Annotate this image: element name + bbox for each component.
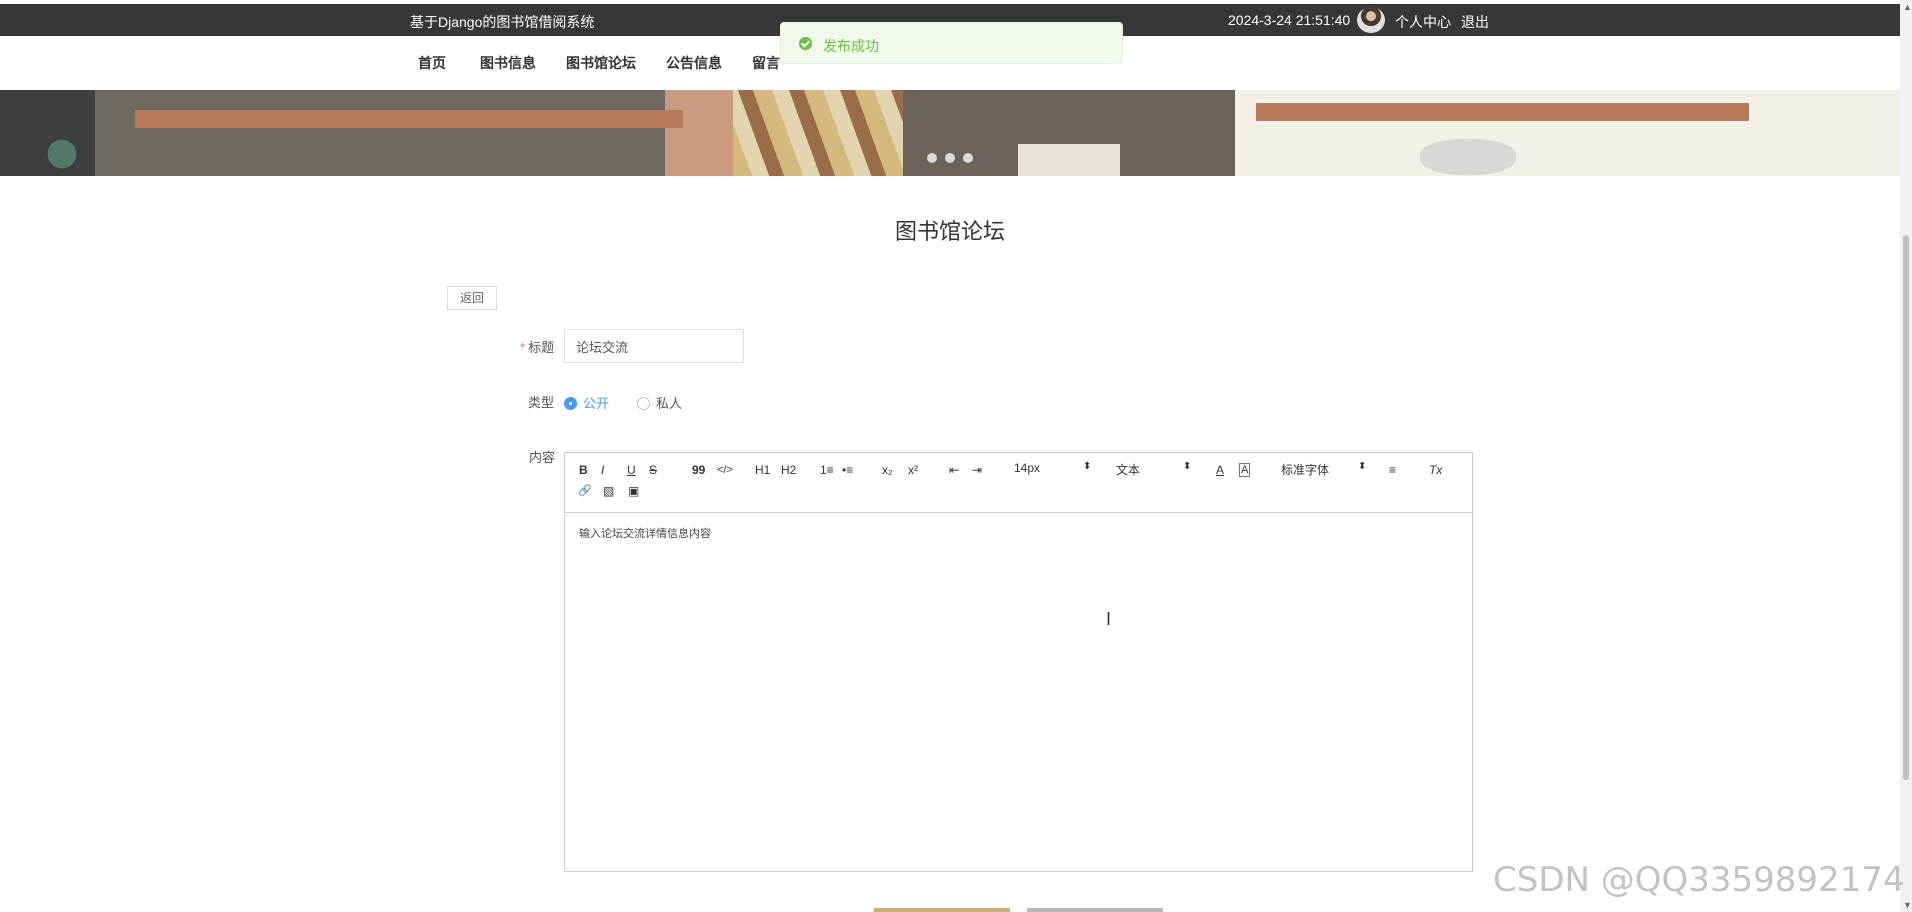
- title-input[interactable]: [564, 329, 744, 363]
- carousel-dot[interactable]: [945, 153, 955, 163]
- site-title: 基于Django的图书馆借阅系统: [410, 14, 595, 30]
- align-icon[interactable]: ≡: [1389, 463, 1396, 477]
- carousel-indicators: [927, 150, 981, 168]
- required-star: *: [520, 340, 526, 355]
- page-title: 图书馆论坛: [894, 219, 1005, 244]
- blockquote-icon[interactable]: 99: [692, 463, 705, 477]
- current-datetime: 2024-3-24 21:51:40: [1228, 12, 1351, 28]
- bullet-list-icon[interactable]: •≡: [842, 463, 853, 477]
- text-style-select[interactable]: 文本 ⬍: [1116, 461, 1191, 478]
- shelf-decoration: [135, 110, 683, 128]
- link-icon[interactable]: 🔗: [578, 484, 592, 497]
- toast-message: 发布成功: [823, 38, 879, 54]
- title-label: * 标题: [520, 340, 555, 355]
- scroll-down-icon[interactable]: ▼: [1903, 900, 1912, 910]
- image-icon[interactable]: ▧: [603, 484, 614, 498]
- italic-icon[interactable]: I: [601, 463, 604, 477]
- nav-messages[interactable]: 留言: [752, 53, 780, 73]
- ordered-list-icon[interactable]: 1≡: [820, 463, 834, 477]
- scroll-up-icon[interactable]: ▲: [1903, 2, 1912, 12]
- nav-library-forum[interactable]: 图书馆论坛: [566, 53, 636, 73]
- scrollbar-thumb[interactable]: [1903, 235, 1909, 780]
- success-check-icon: [799, 37, 812, 50]
- clear-format-icon[interactable]: Tx: [1429, 463, 1442, 477]
- indent-decrease-icon[interactable]: ⇤: [949, 463, 959, 477]
- heading-2-icon[interactable]: H2: [781, 463, 796, 477]
- superscript-icon[interactable]: x²: [908, 463, 918, 477]
- type-public-radio[interactable]: 公开: [564, 393, 609, 412]
- radio-label: 公开: [583, 396, 610, 411]
- shelf-decoration: [1256, 103, 1749, 121]
- radio-unselected-icon: [637, 397, 650, 410]
- watermark: CSDN @QQ3359892174: [1493, 860, 1905, 900]
- select-arrow-icon: ⬍: [1183, 461, 1192, 472]
- type-label: 类型: [528, 395, 555, 410]
- font-size-select[interactable]: 14px ⬍: [1014, 461, 1092, 475]
- carousel-dot[interactable]: [963, 153, 973, 163]
- reset-button[interactable]: [1027, 908, 1163, 912]
- box-decoration: [1018, 144, 1120, 176]
- underline-icon[interactable]: U: [627, 463, 636, 477]
- select-arrow-icon: ⬍: [1083, 461, 1092, 472]
- success-toast: 发布成功: [780, 22, 1123, 64]
- personal-center-link[interactable]: 个人中心: [1395, 12, 1451, 32]
- content-label: 内容: [529, 450, 556, 465]
- carousel-dot[interactable]: [927, 153, 937, 163]
- type-private-radio[interactable]: 私人: [637, 393, 682, 412]
- font-family-value: 标准字体: [1281, 463, 1330, 477]
- background-color-icon[interactable]: A: [1239, 463, 1251, 477]
- editor-toolbar: B I U S 99 </> H1 H2 1≡ •≡ x₂ x² ⇤ ⇥ 14p…: [565, 453, 1472, 513]
- video-icon[interactable]: ▣: [628, 484, 639, 498]
- rich-text-editor[interactable]: B I U S 99 </> H1 H2 1≡ •≡ x₂ x² ⇤ ⇥ 14p…: [564, 452, 1473, 872]
- heading-1-icon[interactable]: H1: [755, 463, 770, 477]
- font-family-select[interactable]: 标准字体 ⬍: [1281, 461, 1366, 478]
- font-size-value: 14px: [1014, 461, 1041, 475]
- editor-content[interactable]: 输入论坛交流详情信息内容: [579, 525, 711, 541]
- nav-book-info[interactable]: 图书信息: [480, 53, 536, 73]
- white-object-decoration: [1420, 139, 1516, 175]
- radio-label: 私人: [656, 396, 683, 411]
- plant-decoration: [32, 132, 92, 176]
- strike-icon[interactable]: S: [649, 463, 657, 477]
- submit-button[interactable]: [874, 908, 1010, 912]
- books-decoration: [733, 90, 903, 176]
- logout-link[interactable]: 退出: [1461, 12, 1489, 32]
- font-color-icon[interactable]: A: [1216, 463, 1224, 477]
- radio-selected-icon: [564, 397, 577, 410]
- bold-icon[interactable]: B: [579, 463, 588, 477]
- nav-announcements[interactable]: 公告信息: [666, 53, 722, 73]
- banner-carousel[interactable]: [0, 90, 1900, 176]
- subscript-icon[interactable]: x₂: [882, 463, 893, 477]
- code-icon[interactable]: </>: [717, 464, 733, 476]
- nav-home[interactable]: 首页: [418, 53, 446, 73]
- text-style-value: 文本: [1116, 463, 1141, 477]
- indent-increase-icon[interactable]: ⇥: [972, 463, 982, 477]
- select-arrow-icon: ⬍: [1358, 461, 1367, 472]
- page-scrollbar[interactable]: [1900, 0, 1912, 912]
- back-button[interactable]: 返回: [447, 286, 497, 310]
- avatar[interactable]: [1357, 7, 1385, 33]
- text-cursor-icon: I: [1106, 609, 1112, 629]
